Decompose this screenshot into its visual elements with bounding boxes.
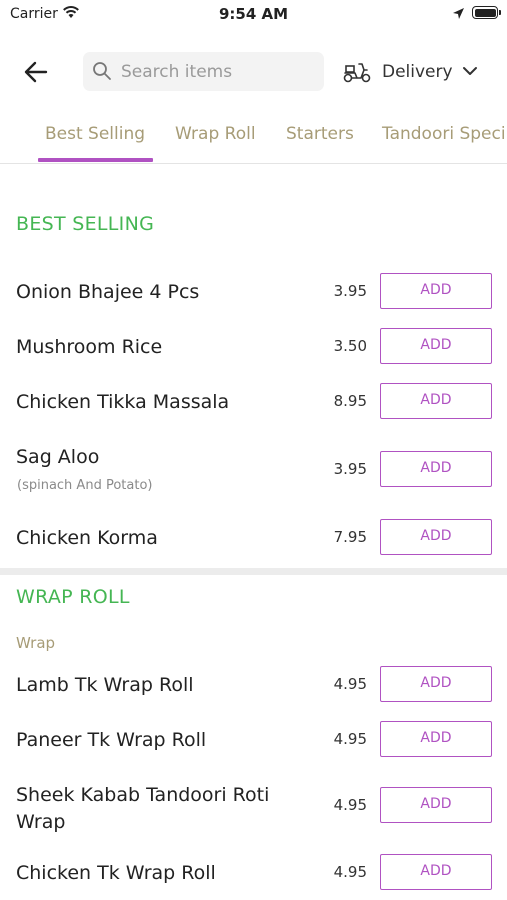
add-button[interactable]: ADD [380, 273, 492, 309]
battery-icon [472, 6, 498, 19]
tab-wrap-roll[interactable]: Wrap Roll [175, 124, 256, 144]
location-arrow-icon [453, 8, 464, 19]
menu-item-name: Chicken Korma [16, 527, 158, 549]
battery-tip [499, 10, 501, 15]
add-button[interactable]: ADD [380, 383, 492, 419]
search-box[interactable] [83, 52, 324, 91]
search-icon [93, 62, 111, 80]
tab-best-selling[interactable]: Best Selling [45, 124, 145, 144]
menu-item-price: 3.95 [333, 282, 367, 300]
menu-item-price: 7.95 [333, 528, 367, 546]
menu-item-name: Sheek Kabab Tandoori Roti Wrap [16, 784, 270, 833]
menu-item-price: 4.95 [333, 675, 367, 693]
menu-item-description: (spinach And Potato) [17, 478, 153, 493]
tab-tandoori-specials[interactable]: Tandoori Speci [382, 124, 506, 144]
add-button[interactable]: ADD [380, 451, 492, 487]
delivery-mode-selector[interactable]: Delivery [340, 52, 490, 91]
menu-item-price: 4.95 [333, 863, 367, 881]
subcategory-label: Wrap [16, 634, 56, 652]
menu-item-price: 4.95 [333, 796, 367, 814]
menu-item-name: Onion Bhajee 4 Pcs [16, 281, 200, 303]
status-bar: Carrier 9:54 AM [0, 0, 507, 30]
menu-item-price: 4.95 [333, 730, 367, 748]
active-tab-indicator [38, 158, 153, 162]
back-arrow-icon[interactable] [22, 58, 50, 86]
add-button[interactable]: ADD [380, 787, 492, 823]
menu-item-name: Sag Aloo [16, 446, 100, 468]
menu-item-name: Paneer Tk Wrap Roll [16, 729, 207, 751]
menu-item-price: 8.95 [333, 392, 367, 410]
search-input[interactable] [121, 52, 316, 91]
menu-item-name: Lamb Tk Wrap Roll [16, 674, 194, 696]
add-button[interactable]: ADD [380, 328, 492, 364]
section-title-best-selling: BEST SELLING [16, 213, 155, 235]
add-button[interactable]: ADD [380, 666, 492, 702]
menu-item-name: Chicken Tk Wrap Roll [16, 862, 216, 884]
clock: 9:54 AM [218, 5, 289, 23]
menu-item-name: Mushroom Rice [16, 336, 163, 358]
tab-starters[interactable]: Starters [286, 124, 354, 144]
delivery-label: Delivery [382, 62, 453, 82]
section-title-wrap-roll: WRAP ROLL [16, 586, 130, 608]
chevron-down-icon [463, 67, 477, 75]
scooter-icon [343, 63, 371, 83]
section-divider [0, 568, 507, 575]
add-button[interactable]: ADD [380, 721, 492, 757]
add-button[interactable]: ADD [380, 854, 492, 890]
menu-item-price: 3.50 [333, 337, 367, 355]
menu-item-price: 3.95 [333, 460, 367, 478]
category-tabs: Best Selling Wrap Roll Starters Tandoori… [0, 110, 507, 164]
add-button[interactable]: ADD [380, 519, 492, 555]
menu-item-name: Chicken Tikka Massala [16, 391, 230, 413]
